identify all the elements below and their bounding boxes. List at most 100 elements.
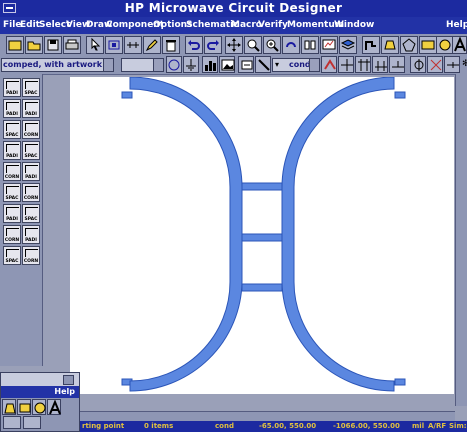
snap-button[interactable] [321, 56, 337, 73]
layout-canvas[interactable] [70, 76, 454, 394]
menu-edit[interactable]: Edit [20, 20, 40, 30]
snap-midpoint-button[interactable] [389, 56, 405, 73]
floating-item[interactable] [23, 416, 41, 429]
select-arrow-button[interactable] [86, 36, 104, 54]
palette-item[interactable]: CORN [22, 120, 40, 139]
draw-path-button[interactable] [362, 36, 380, 54]
floating-item[interactable] [3, 416, 21, 429]
mirror-icon [304, 40, 316, 50]
zoom-in-icon [266, 39, 279, 52]
save-button[interactable] [44, 36, 62, 54]
right-arc-trace[interactable] [281, 76, 395, 392]
zoom-in-button[interactable] [263, 36, 281, 54]
move-button[interactable] [225, 36, 243, 54]
snap-center-button[interactable] [410, 56, 426, 73]
polygon-outline-icon [402, 38, 416, 52]
redo-icon [207, 40, 219, 50]
palette-item[interactable]: PADI [22, 225, 40, 244]
floating-menu-help[interactable]: Help [54, 387, 75, 396]
line-button[interactable] [255, 56, 271, 73]
zoom-area-button[interactable] [244, 36, 262, 54]
pencil-button[interactable] [143, 36, 161, 54]
palette-item[interactable]: PADI [22, 162, 40, 181]
rectangle-icon [421, 40, 435, 50]
chevron-down-icon [309, 59, 319, 71]
redo-button[interactable] [204, 36, 222, 54]
cross-trace-top[interactable] [241, 182, 283, 191]
layer-combo[interactable]: comped, with artwork [1, 58, 114, 72]
floating-polygon-button[interactable] [2, 399, 16, 415]
window-title: HP Microwave Circuit Designer [124, 1, 343, 15]
snap-options-button[interactable] [444, 56, 460, 73]
menu-file[interactable]: File [3, 20, 21, 30]
layer-combo-value: comped, with artwork [3, 60, 103, 69]
new-file-button[interactable] [6, 36, 24, 54]
circle-tool-button[interactable] [166, 56, 182, 73]
left-arc-trace[interactable] [129, 76, 243, 392]
component-button[interactable] [124, 36, 142, 54]
move-icon [227, 38, 241, 52]
bar-chart-button[interactable] [202, 56, 218, 73]
palette-item[interactable]: SPAC [3, 246, 21, 265]
fit-icon [108, 40, 120, 50]
snap-grid-button[interactable] [338, 56, 354, 73]
status-units: mil [412, 422, 425, 430]
open-file-button[interactable] [25, 36, 43, 54]
floating-window-minimize-button[interactable] [63, 375, 74, 385]
palette-item[interactable]: PADI [3, 78, 21, 97]
text-icon [49, 400, 61, 415]
ground-icon [186, 59, 196, 71]
palette-item[interactable]: PADI [3, 99, 21, 118]
palette-item[interactable]: PADI [22, 99, 40, 118]
palette-item[interactable]: SPAC [22, 78, 40, 97]
floating-circle-button[interactable] [32, 399, 46, 415]
undo-button[interactable] [185, 36, 203, 54]
undo-icon [188, 40, 200, 50]
menu-help[interactable]: Help [446, 20, 467, 30]
palette-item[interactable]: CORN [3, 162, 21, 181]
arrow-pointer-icon [91, 37, 101, 51]
rotate-icon [286, 42, 296, 48]
image-button[interactable] [219, 56, 235, 73]
secondary-combo[interactable] [121, 58, 164, 72]
port-marker [394, 378, 406, 386]
status-mode-2: A/RF [428, 422, 447, 430]
palette-item[interactable]: PADI [3, 204, 21, 223]
palette-item[interactable]: SPAC [22, 204, 40, 223]
text-button[interactable] [452, 36, 467, 54]
draw-rectangle-button[interactable] [419, 36, 437, 54]
menu-window[interactable]: Window [334, 20, 374, 30]
floating-rectangle-button[interactable] [17, 399, 31, 415]
draw-polygon-button[interactable] [400, 36, 418, 54]
print-button[interactable] [63, 36, 81, 54]
ground-button[interactable] [183, 56, 199, 73]
cross-trace-middle[interactable] [241, 233, 283, 242]
fit-button[interactable] [105, 36, 123, 54]
layer-select-combo[interactable]: ▾ cond [272, 58, 320, 72]
palette-item[interactable]: SPAC [3, 183, 21, 202]
delete-button[interactable] [162, 36, 180, 54]
snap-intersection-button[interactable] [427, 56, 443, 73]
palette-item[interactable]: CORN [22, 183, 40, 202]
draw-shape-button[interactable] [381, 36, 399, 54]
palette-item[interactable]: CORN [22, 246, 40, 265]
layer-button[interactable] [339, 36, 357, 54]
rotate-button[interactable] [282, 36, 300, 54]
palette-item[interactable]: PADI [3, 141, 21, 160]
menu-verify[interactable]: Verify [258, 20, 288, 30]
polygon-icon [384, 40, 396, 50]
palette-item[interactable]: CORN [3, 225, 21, 244]
vertical-scrollbar[interactable] [455, 74, 467, 406]
palette-item[interactable]: SPAC [22, 141, 40, 160]
cross-trace-bottom[interactable] [241, 283, 283, 292]
floating-text-button[interactable] [47, 399, 61, 415]
snap-vertex-button[interactable] [355, 56, 371, 73]
mirror-button[interactable] [301, 36, 319, 54]
snap-edge-button[interactable] [372, 56, 388, 73]
palette-item[interactable]: SPAC [3, 120, 21, 139]
diagonal-line-icon [258, 59, 270, 71]
simulate-button[interactable] [320, 36, 338, 54]
more-toolbar-icon[interactable]: ✻ [462, 59, 467, 69]
status-layer: cond [215, 422, 234, 430]
port-button[interactable] [238, 56, 254, 73]
